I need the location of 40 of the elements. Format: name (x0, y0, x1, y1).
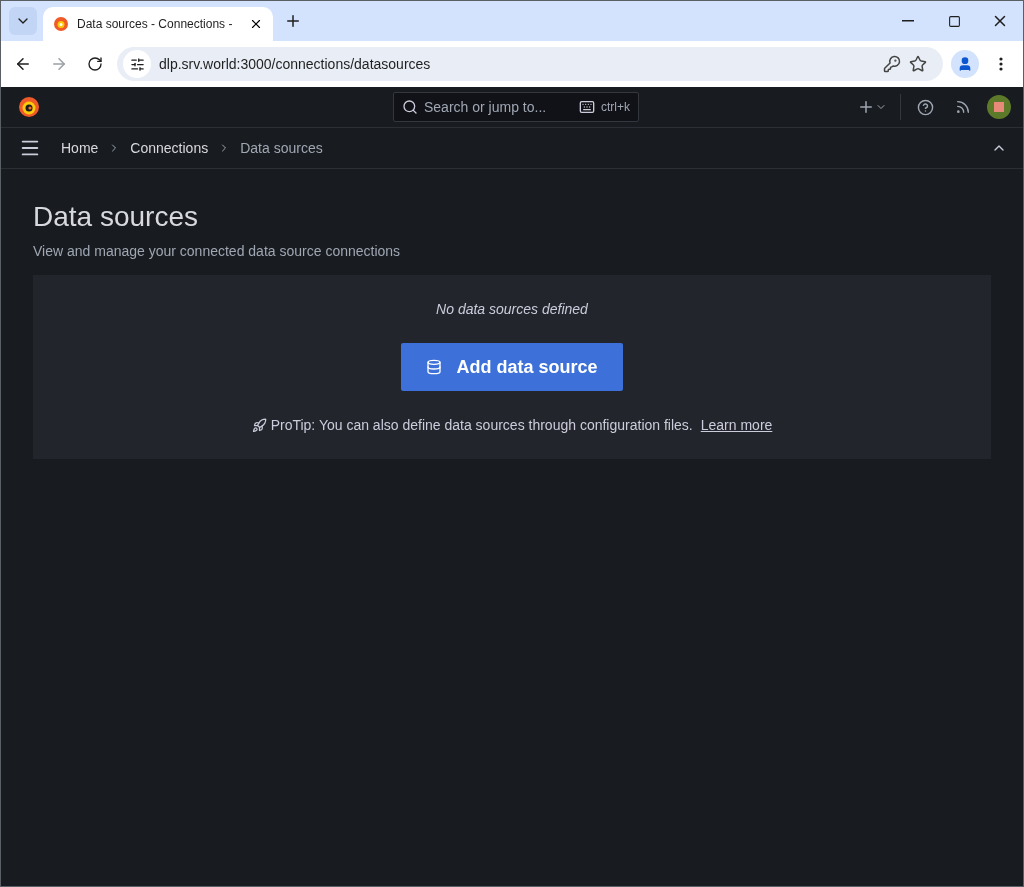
more-icon (999, 57, 1003, 71)
tab-list-button[interactable] (9, 7, 37, 35)
maximize-icon (947, 14, 961, 28)
browser-tab[interactable]: Data sources - Connections - (43, 7, 273, 41)
url-text: dlp.srv.world:3000/connections/datasources (159, 56, 432, 72)
page-title: Data sources (33, 201, 199, 233)
logo-icon[interactable] (17, 95, 41, 119)
plus-icon (857, 98, 875, 116)
plus-icon (284, 12, 302, 30)
forward-arrow-icon (50, 55, 68, 73)
pixel-avatar-icon (992, 100, 1006, 114)
reload-icon (87, 56, 103, 72)
keyboard-icon (579, 99, 595, 115)
search-field[interactable]: Search or jump to... ctrl+k (393, 92, 639, 122)
tab-favicon-icon (53, 16, 69, 32)
database-icon (426, 359, 443, 375)
learn-more-link[interactable]: Learn more (700, 417, 773, 433)
address-bar[interactable]: dlp.srv.world:3000/connections/datasources (117, 47, 943, 81)
breadcrumb-link[interactable]: Connections (130, 140, 209, 156)
bookmark-star-icon[interactable] (909, 55, 927, 73)
rss-icon (955, 99, 971, 115)
help-icon (916, 98, 934, 116)
user-avatar[interactable] (987, 95, 1011, 119)
rocket-icon (251, 417, 267, 433)
protip-text: ProTip: You can also define data sources through configuration files. (270, 417, 693, 433)
breadcrumb-link[interactable]: Home (61, 140, 99, 156)
empty-message: No data sources defined (436, 301, 588, 317)
minimize-icon (902, 20, 914, 22)
page-subtitle: View and manage your connected data source connections (33, 243, 402, 259)
person-icon (957, 56, 973, 72)
shortcut-hint: ctrl+k (601, 100, 630, 114)
profile-button[interactable] (951, 50, 979, 78)
breadcrumb-link[interactable]: Data sources (240, 140, 323, 156)
key-icon[interactable] (883, 55, 901, 73)
search-icon (402, 99, 418, 115)
site-info-button[interactable] (123, 50, 151, 78)
close-tab-icon[interactable] (249, 17, 263, 31)
sliders-icon (129, 56, 145, 72)
add-data-source-button[interactable]: Add data source (401, 343, 623, 391)
tab-title: Data sources - Connections - (77, 17, 234, 31)
